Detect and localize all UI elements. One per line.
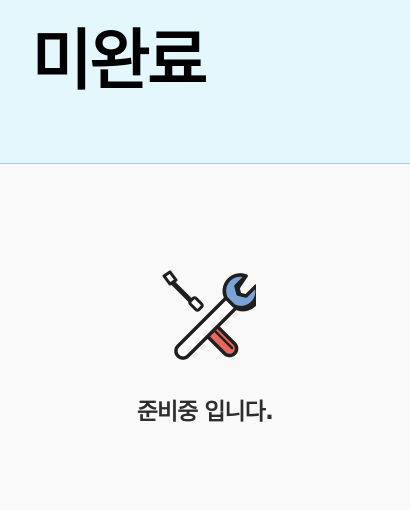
header: 미완료 (0, 0, 410, 164)
page-title: 미완료 (32, 22, 208, 99)
status-message: 준비중 입니다. (137, 399, 274, 425)
tools-icon (162, 270, 256, 360)
